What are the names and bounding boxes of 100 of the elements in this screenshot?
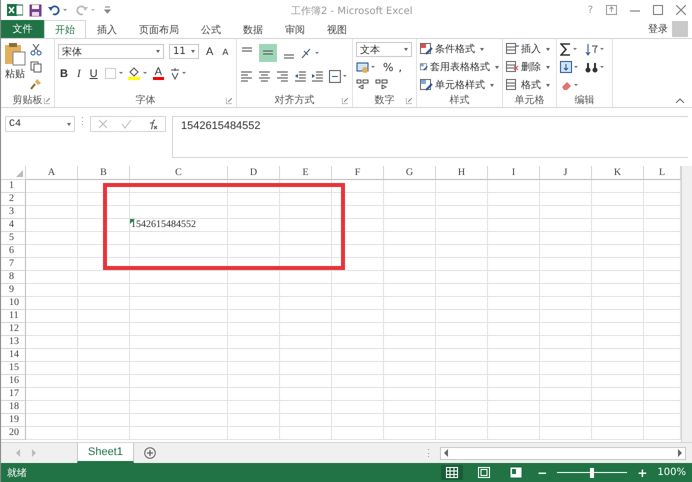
sheet-cell[interactable] (78, 310, 130, 323)
cell-value[interactable]: 1542615484552 (130, 219, 228, 232)
sheet-cell[interactable] (26, 427, 78, 440)
sheet-cell[interactable] (384, 193, 436, 206)
sheet-cell[interactable] (436, 193, 488, 206)
select-all-corner[interactable] (1, 166, 26, 180)
sign-in-link[interactable]: 登录 (648, 22, 668, 36)
sheet-cell[interactable] (26, 401, 78, 414)
sheet-cell[interactable] (280, 310, 332, 323)
zoom-in-button[interactable]: + (637, 466, 648, 480)
sheet-cell[interactable] (488, 180, 540, 193)
sheet-cell[interactable] (228, 388, 280, 401)
sheet-cell[interactable] (130, 310, 228, 323)
sheet-cell[interactable] (78, 349, 130, 362)
column-header[interactable]: I (488, 166, 540, 180)
sheet-cell[interactable] (130, 323, 228, 336)
sheet-cell[interactable] (592, 258, 644, 271)
align-text-icon[interactable] (240, 71, 253, 82)
sheet-cell[interactable] (540, 349, 592, 362)
sheet-cell[interactable] (540, 258, 592, 271)
align-text-icon[interactable] (276, 71, 289, 82)
sheet-cell[interactable] (436, 427, 488, 440)
column-header[interactable]: F (332, 166, 384, 180)
redo-icon[interactable] (76, 4, 98, 16)
sheet-cell[interactable] (130, 232, 228, 245)
sheet-cell[interactable] (540, 232, 592, 245)
sheet-cell[interactable] (384, 206, 436, 219)
row-header[interactable]: 13 (1, 336, 26, 349)
formula-input[interactable]: 1542615484552 (172, 116, 688, 158)
sheet-cell[interactable] (436, 362, 488, 375)
sheet-cell[interactable] (488, 349, 540, 362)
sheet-cell[interactable] (130, 193, 228, 206)
sheet-cell[interactable] (280, 258, 332, 271)
sheet-cell[interactable] (488, 375, 540, 388)
collapse-ribbon-icon[interactable] (676, 98, 684, 103)
sheet-cell[interactable] (540, 375, 592, 388)
sheet-cell[interactable] (78, 388, 130, 401)
sheet-cell[interactable] (384, 362, 436, 375)
row-header[interactable]: 4 (1, 219, 26, 232)
sheet-cell[interactable] (26, 336, 78, 349)
sheet-cell[interactable] (592, 336, 644, 349)
sheet-cell[interactable] (332, 193, 384, 206)
sheet-cell[interactable] (592, 180, 644, 193)
styles-menu-button[interactable]: 条件格式 (435, 42, 475, 56)
sheet-cell[interactable] (436, 297, 488, 310)
sheet-cell[interactable] (332, 297, 384, 310)
cells-menu-button[interactable]: 格式 (521, 78, 541, 92)
zoom-slider[interactable] (557, 468, 628, 478)
sheet-cell[interactable] (540, 219, 592, 232)
sheet-cell[interactable] (280, 336, 332, 349)
sheet-cell[interactable] (26, 375, 78, 388)
row-header[interactable]: 7 (1, 258, 26, 271)
font-color-button[interactable]: A (152, 67, 164, 80)
ribbon-tab[interactable]: 数据 (232, 20, 274, 38)
percent-style-button[interactable]: % (383, 61, 394, 74)
row-header[interactable]: 3 (1, 206, 26, 219)
sheet-cell[interactable] (540, 323, 592, 336)
sheet-cell[interactable] (228, 310, 280, 323)
sheet-cell[interactable] (78, 297, 130, 310)
sheet-cell[interactable] (384, 375, 436, 388)
sheet-cell[interactable] (78, 232, 130, 245)
border-icon[interactable] (104, 68, 123, 79)
row-header[interactable]: 15 (1, 362, 26, 375)
sheet-cell[interactable] (540, 388, 592, 401)
undo-icon[interactable] (48, 4, 70, 16)
italic-button[interactable]: I (74, 68, 83, 80)
eraser-icon[interactable] (560, 79, 580, 92)
number-format-dropdown[interactable]: 文本 (356, 42, 412, 57)
sheet-cell[interactable] (26, 362, 78, 375)
sheet-cell[interactable] (436, 180, 488, 193)
sheet-cell[interactable] (540, 362, 592, 375)
row-header[interactable]: 17 (1, 388, 26, 401)
sheet-cell[interactable] (78, 193, 130, 206)
dialog-launcher-icon[interactable] (226, 98, 232, 104)
increase-decimal-icon[interactable] (356, 78, 370, 89)
scroll-left-icon[interactable] (443, 449, 449, 457)
column-header[interactable]: B (78, 166, 130, 180)
save-icon[interactable] (29, 4, 42, 16)
customize-caret-icon[interactable] (104, 6, 111, 14)
enter-icon[interactable] (121, 119, 132, 129)
sheet-cell[interactable] (228, 219, 280, 232)
sheet-cell[interactable] (332, 362, 384, 375)
font-size-dropdown[interactable]: 11 (169, 44, 199, 59)
sheet-cell[interactable] (228, 427, 280, 440)
sheet-cell[interactable] (384, 180, 436, 193)
sheet-cell[interactable] (540, 310, 592, 323)
sheet-cell[interactable] (592, 388, 644, 401)
sheet-cell[interactable] (436, 258, 488, 271)
sheet-cell[interactable] (592, 297, 644, 310)
sheet-cell[interactable] (592, 349, 644, 362)
sheet-cell[interactable] (280, 401, 332, 414)
sheet-cell[interactable] (228, 206, 280, 219)
sheet-cell[interactable] (130, 349, 228, 362)
sheet-cell[interactable] (384, 284, 436, 297)
sheet-cell[interactable] (78, 323, 130, 336)
sheet-cell[interactable] (78, 401, 130, 414)
sheet-cell[interactable] (130, 245, 228, 258)
sheet-cell[interactable] (228, 297, 280, 310)
sheet-cell[interactable] (332, 284, 384, 297)
sheet-cell[interactable] (540, 297, 592, 310)
